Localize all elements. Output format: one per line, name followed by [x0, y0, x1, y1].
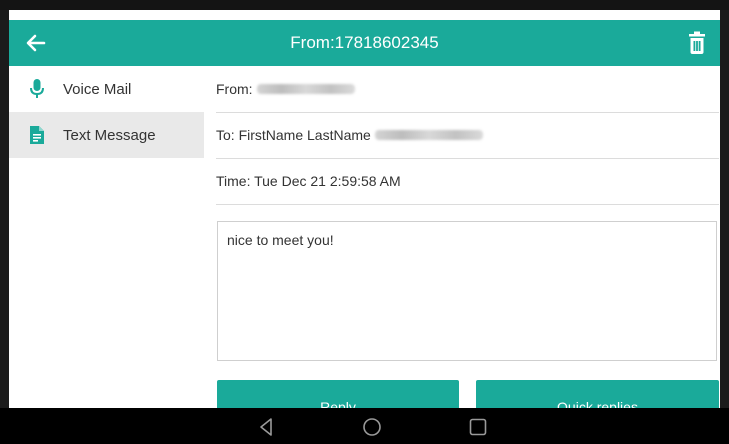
sidebar: Voice Mail Text Message: [9, 66, 205, 408]
time-label: Time: Tue Dec 21 2:59:58 AM: [216, 173, 401, 189]
microphone-icon: [29, 78, 45, 100]
to-row: To: FirstName LastName: [216, 112, 719, 159]
sidebar-item-label: Text Message: [63, 126, 156, 144]
to-label: To: FirstName LastName: [216, 127, 371, 143]
sidebar-item-label: Voice Mail: [63, 80, 132, 98]
document-icon: [29, 124, 45, 146]
time-row: Time: Tue Dec 21 2:59:58 AM: [216, 158, 719, 205]
bezel-right: [720, 10, 729, 408]
bezel-left: [0, 10, 9, 408]
message-detail: From: To: FirstName LastName Time: Tue D…: [204, 66, 720, 420]
redacted-sender: [256, 84, 355, 94]
screen: From:17818602345 Voice Mail Text Message…: [0, 0, 729, 444]
page-title: From:17818602345: [290, 33, 439, 52]
from-label: From:: [216, 81, 253, 97]
sidebar-item-text-message[interactable]: Text Message: [9, 112, 204, 158]
redacted-recipient: [374, 130, 483, 140]
from-row: From:: [216, 66, 719, 113]
message-body[interactable]: nice to meet you!: [217, 221, 717, 361]
status-strip: [0, 0, 729, 10]
trash-icon[interactable]: [686, 30, 708, 56]
circle-home-icon[interactable]: [361, 416, 383, 438]
system-navbar: [0, 408, 729, 444]
square-recents-icon[interactable]: [467, 416, 489, 438]
header-bar: From:17818602345: [9, 20, 720, 66]
sidebar-item-voice-mail[interactable]: Voice Mail: [9, 66, 204, 112]
triangle-back-icon[interactable]: [256, 416, 278, 438]
message-text: nice to meet you!: [227, 232, 334, 248]
